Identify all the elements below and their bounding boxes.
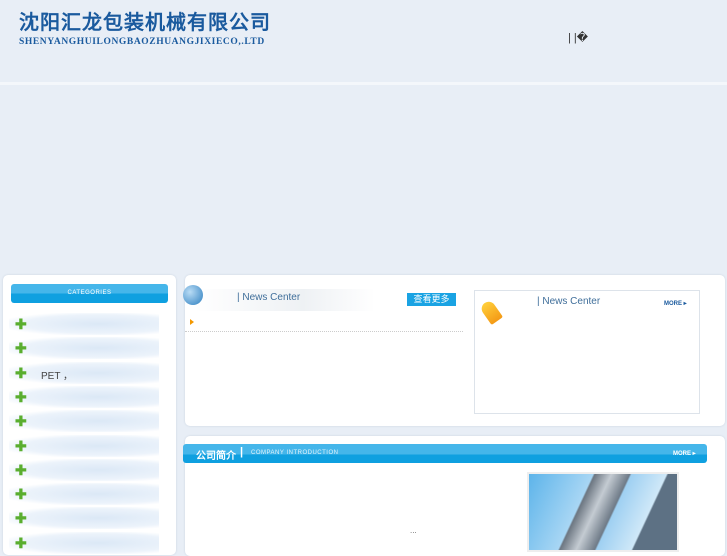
intro-title-en: COMPANY INTRODUCTION — [251, 450, 339, 456]
intro-title-cn: 公司简介 — [196, 451, 236, 462]
plus-icon: ✚ — [15, 413, 27, 430]
category-item[interactable]: ✚ — [9, 385, 159, 408]
plus-icon: ✚ — [15, 340, 27, 357]
company-intro-panel: 公司简介 | COMPANY INTRODUCTION MORE ▸ ... — [183, 436, 725, 556]
news-panel: | News Center 查看更多 | News Center MORE ▸ — [183, 275, 725, 426]
intro-ellipsis: ... — [410, 526, 417, 535]
category-item[interactable]: ✚ — [9, 337, 159, 360]
plus-icon: ✚ — [15, 364, 27, 381]
intro-more-link[interactable]: MORE ▸ — [673, 450, 696, 457]
category-item[interactable]: ✚ — [9, 410, 159, 433]
category-item[interactable]: ✚ — [9, 434, 159, 457]
news-box-title: | News Center — [537, 296, 601, 307]
plus-icon: ✚ — [15, 316, 27, 332]
plus-icon: ✚ — [15, 486, 27, 503]
category-item[interactable]: ✚ — [9, 483, 159, 506]
dotted-divider — [185, 331, 463, 332]
plus-icon: ✚ — [15, 461, 27, 478]
category-item[interactable]: ✚ — [9, 531, 159, 554]
news-title: | News Center — [237, 292, 301, 303]
plus-icon: ✚ — [15, 534, 27, 551]
category-label: PET ， — [41, 370, 74, 382]
intro-separator: | — [240, 446, 244, 458]
category-item[interactable]: ✚ — [9, 313, 159, 335]
categories-sidebar: CATEGORIES ✚ ✚ ✚ PET ， ✚ ✚ ✚ ✚ ✚ ✚ ✚ — [3, 275, 176, 555]
company-logo-cn: 沈阳汇龙包装机械有限公司 — [19, 10, 271, 34]
categories-title: CATEGORIES — [11, 284, 168, 303]
top-links[interactable]: | |� — [568, 31, 588, 44]
news-box-more-link[interactable]: MORE ▸ — [664, 300, 687, 307]
intro-header: 公司简介 | COMPANY INTRODUCTION MORE ▸ — [183, 444, 707, 463]
bullet-arrow-icon — [190, 319, 194, 325]
plus-icon: ✚ — [15, 437, 27, 454]
category-item[interactable]: ✚ PET ， — [9, 361, 159, 384]
news-header: | News Center — [195, 289, 375, 311]
header-divider — [0, 82, 727, 85]
globe-icon — [183, 285, 203, 305]
category-item[interactable]: ✚ — [9, 458, 159, 481]
company-building-photo — [527, 472, 679, 552]
news-box: | News Center MORE ▸ — [474, 290, 700, 414]
category-item[interactable]: ✚ — [9, 507, 159, 530]
pencil-icon — [478, 298, 504, 326]
view-more-button[interactable]: 查看更多 — [407, 293, 456, 306]
plus-icon: ✚ — [15, 388, 27, 405]
plus-icon: ✚ — [15, 510, 27, 527]
company-logo-en: SHENYANGHUILONGBAOZHUANGJIXIECO,.LTD — [19, 37, 265, 47]
